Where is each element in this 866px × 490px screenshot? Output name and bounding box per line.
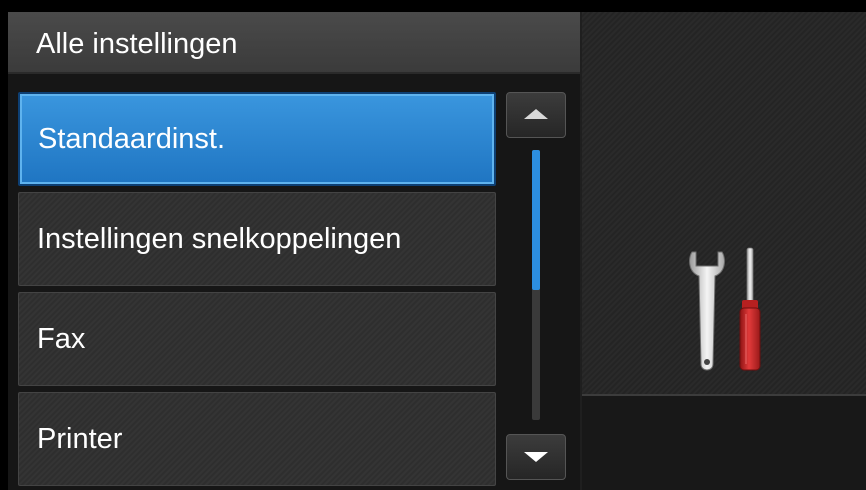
wrench-icon (689, 251, 725, 371)
menu-item-label: Printer (37, 422, 123, 455)
triangle-down-icon (524, 452, 548, 462)
menu-item-printer[interactable]: Printer (18, 392, 496, 486)
page-title: Alle instellingen (36, 28, 238, 60)
menu-item-label: Fax (37, 322, 86, 355)
screwdriver-icon (739, 247, 761, 371)
menu-item-label: Standaardinst. (38, 122, 226, 155)
title-bar: Alle instellingen (8, 12, 580, 74)
scroll-up-button[interactable] (506, 92, 566, 138)
wrench-screwdriver-icon (689, 247, 761, 371)
menu-item-label: Instellingen snelkoppelingen (37, 222, 402, 255)
scrollbar-thumb[interactable] (532, 150, 540, 290)
menu-item-standaardinst[interactable]: Standaardinst. (18, 92, 496, 186)
triangle-up-icon (524, 109, 548, 119)
menu-item-fax[interactable]: Fax (18, 292, 496, 386)
menu-item-instellingen-snelkoppelingen[interactable]: Instellingen snelkoppelingen (18, 192, 496, 286)
scrollbar-track[interactable] (532, 150, 540, 420)
scroll-down-button[interactable] (506, 434, 566, 480)
preview-footer (582, 396, 866, 490)
